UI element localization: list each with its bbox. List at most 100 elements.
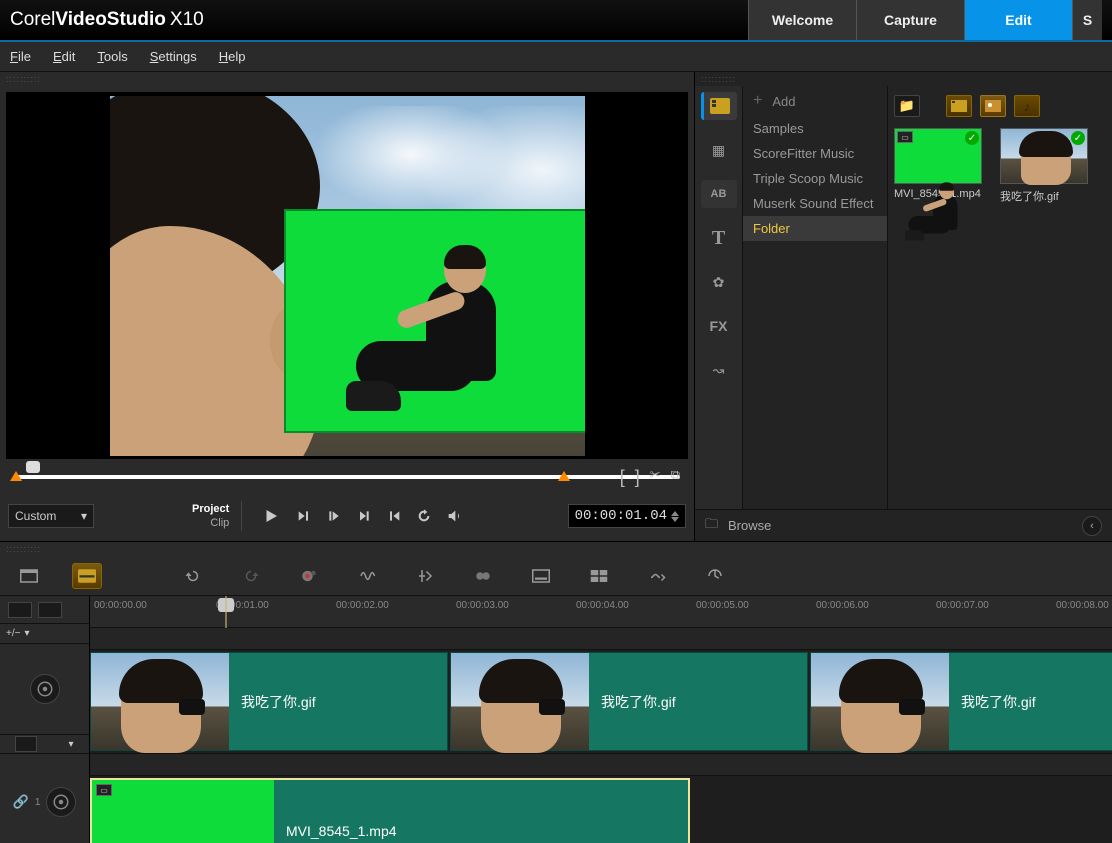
folder-open-icon[interactable]: 📁 [894, 95, 920, 117]
folder-triplescoop[interactable]: Triple Scoop Music [743, 166, 887, 191]
prev-frame-button[interactable] [323, 505, 345, 527]
add-label: Add [772, 94, 795, 109]
mode-tabs: Welcome Capture Edit S [748, 0, 1102, 40]
motion-button[interactable] [642, 563, 672, 589]
video-clip[interactable]: 我吃了你.gif [90, 652, 448, 751]
redo-button[interactable] [236, 563, 266, 589]
overlay-clip[interactable]: ▭ MVI_8545_1.mp4 [90, 778, 690, 843]
thumbnail-area: 📁 ♪ ▭ ✓ MVI_85 [888, 86, 1112, 509]
record-button[interactable] [294, 563, 324, 589]
title-tab-icon[interactable]: AB [701, 180, 737, 208]
plus-icon: + [753, 92, 762, 110]
track-storyboard-icon[interactable] [8, 602, 32, 618]
video-track[interactable]: 我吃了你.gif 我吃了你.gif 我吃了你.gif [90, 650, 1112, 754]
spacer-track[interactable] [90, 754, 1112, 776]
preview-viewport[interactable] [6, 92, 688, 459]
markout-handle[interactable] [558, 471, 570, 481]
storyboard-view-icon[interactable] [14, 563, 44, 589]
timecode-display[interactable]: 00:00:01.04 [568, 504, 686, 528]
ruler-tick: 00:00:08.00 [1056, 600, 1109, 611]
timeline-view-icon[interactable] [72, 563, 102, 589]
autosound-button[interactable] [410, 563, 440, 589]
scrub-bar[interactable]: [ ] ✂ ⧉ [8, 461, 686, 491]
scrub-marker[interactable] [26, 461, 40, 473]
folder-samples[interactable]: Samples [743, 116, 887, 141]
menu-help[interactable]: Help [219, 49, 246, 64]
tab-capture[interactable]: Capture [856, 0, 964, 40]
split-icon[interactable]: ⧉ [671, 467, 680, 488]
media-tab-icon[interactable] [701, 92, 737, 120]
path-tab-icon[interactable]: ↝ [701, 356, 737, 384]
link-track-icon[interactable]: 🔗 [13, 794, 29, 810]
bracket-in-icon[interactable]: [ [620, 467, 625, 488]
end-button[interactable] [383, 505, 405, 527]
folder-muserk[interactable]: Muserk Sound Effect [743, 191, 887, 216]
chevron-down-icon: ▾ [81, 509, 87, 523]
fx-tab-icon[interactable]: FX [701, 312, 737, 340]
subtitle-button[interactable] [526, 563, 556, 589]
volume-button[interactable] [443, 505, 465, 527]
undo-button[interactable] [178, 563, 208, 589]
add-folder-button[interactable]: + Add [743, 86, 887, 116]
menu-tools[interactable]: Tools [97, 49, 127, 64]
ruler-tick: 00:00:00.00 [94, 600, 147, 611]
multiview-button[interactable] [584, 563, 614, 589]
grip-handle[interactable]: :::::::::: [0, 72, 694, 86]
home-button[interactable] [293, 505, 315, 527]
timeline-ruler[interactable]: 00:00:00.00 00:00:01.00 00:00:02.00 00:0… [90, 596, 1112, 628]
folder-folder[interactable]: Folder [743, 216, 887, 241]
filter-photo-icon[interactable] [980, 95, 1006, 117]
marker-track[interactable] [90, 628, 1112, 650]
video-clip[interactable]: 我吃了你.gif [810, 652, 1112, 751]
tab-extra[interactable]: S [1072, 0, 1102, 40]
repeat-button[interactable] [413, 505, 435, 527]
library-toolstrip: ▦ AB T ✿ FX ↝ [695, 86, 743, 509]
overlay-track-icon[interactable] [46, 787, 76, 817]
variable-speed-button[interactable] [700, 563, 730, 589]
zoom-toggle[interactable]: +/− [6, 628, 20, 639]
timecode-up[interactable] [671, 511, 679, 516]
menu-edit[interactable]: Edit [53, 49, 75, 64]
overlay-track[interactable]: ▭ MVI_8545_1.mp4 [90, 776, 1112, 843]
filter-video-icon[interactable] [946, 95, 972, 117]
tab-edit[interactable]: Edit [964, 0, 1072, 40]
bracket-out-icon[interactable]: ] [635, 467, 640, 488]
markin-handle[interactable] [10, 471, 22, 481]
chevron-down-icon[interactable]: ▾ [24, 628, 29, 639]
scissors-icon[interactable]: ✂ [650, 467, 661, 488]
browse-button[interactable]: Browse [728, 518, 771, 533]
menu-settings[interactable]: Settings [150, 49, 197, 64]
resolution-dropdown[interactable]: Custom ▾ [8, 504, 94, 528]
filter-audio-icon[interactable]: ♪ [1014, 95, 1040, 117]
video-clip[interactable]: 我吃了你.gif [450, 652, 808, 751]
menu-file[interactable]: File [10, 49, 31, 64]
text-tab-icon[interactable]: T [701, 224, 737, 252]
mode-clip-label[interactable]: Clip [210, 517, 229, 529]
chevron-down-icon[interactable]: ▾ [68, 739, 73, 750]
track-timeline-icon[interactable] [38, 602, 62, 618]
mixer-button[interactable] [352, 563, 382, 589]
ruler-tick: 00:00:07.00 [936, 600, 989, 611]
play-button[interactable] [257, 502, 285, 530]
next-frame-button[interactable] [353, 505, 375, 527]
grip-handle[interactable]: :::::::::: [695, 72, 1112, 86]
multitrim-button[interactable] [468, 563, 498, 589]
transitions-tab-icon[interactable]: ▦ [701, 136, 737, 164]
timecode-down[interactable] [671, 517, 679, 522]
toggle-icon[interactable] [15, 736, 37, 752]
title-bar: Corel VideoStudio X10 Welcome Capture Ed… [0, 0, 1112, 42]
menu-bar: File Edit Tools Settings Help [0, 42, 1112, 72]
folder-scorefitter[interactable]: ScoreFitter Music [743, 141, 887, 166]
thumb-item[interactable]: ✓ 我吃了你.gif [1000, 128, 1088, 204]
graphic-tab-icon[interactable]: ✿ [701, 268, 737, 296]
library-pane: :::::::::: ▦ AB T ✿ FX ↝ + Add Samples S… [695, 72, 1112, 541]
version-text: X10 [170, 9, 204, 31]
scroll-left-button[interactable]: ‹ [1082, 516, 1102, 536]
mode-project-label[interactable]: Project [192, 503, 229, 515]
check-icon: ✓ [965, 131, 979, 145]
browse-icon: 🗀 [705, 515, 718, 537]
grip-handle[interactable]: :::::::::: [0, 542, 1112, 556]
thumb-item[interactable]: ▭ ✓ MVI_8545_1.mp4 [894, 128, 982, 204]
video-track-icon[interactable] [30, 674, 60, 704]
tab-welcome[interactable]: Welcome [748, 0, 856, 40]
